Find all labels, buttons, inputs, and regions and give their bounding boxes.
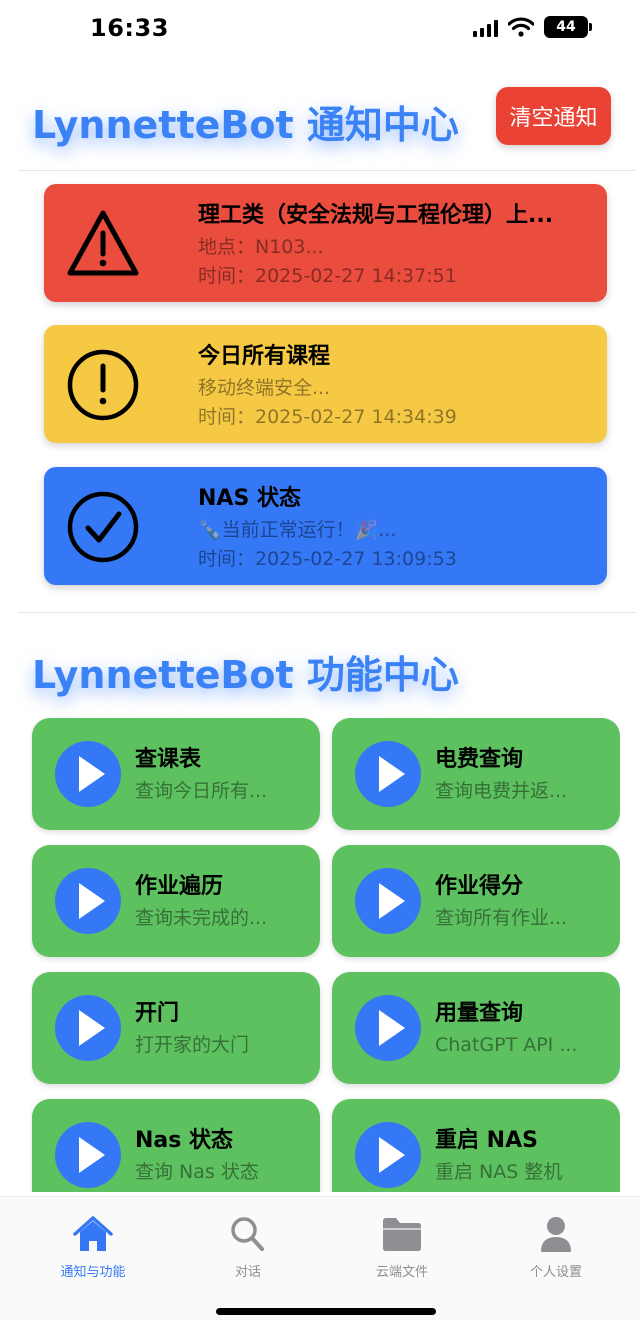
function-card-homework-list[interactable]: 作业遍历 查询未完成的...	[32, 845, 320, 957]
function-description: 打开家的大门	[135, 1034, 250, 1056]
function-name: 电费查询	[435, 747, 524, 772]
function-description: 重启 NAS 整机	[435, 1161, 563, 1183]
play-icon	[355, 868, 421, 934]
notification-time: 时间：2025-02-27 13:09:53	[198, 548, 457, 570]
tab-label: 通知与功能	[60, 1265, 126, 1280]
function-grid[interactable]: 查课表 查询今日所有... 电费查询 查询电费并返... 作业遍历 查询未完成的…	[30, 714, 620, 1192]
function-card-schedule[interactable]: 查课表 查询今日所有...	[32, 718, 320, 830]
play-icon	[355, 741, 421, 807]
play-icon	[55, 1122, 121, 1188]
function-name: 开门	[135, 1001, 180, 1026]
house-icon	[73, 1216, 113, 1251]
tab-label: 个人设置	[529, 1265, 582, 1280]
notification-title: NAS 状态	[198, 486, 301, 511]
function-name: 用量查询	[435, 1001, 524, 1026]
play-icon	[55, 868, 121, 934]
tab-label: 对话	[234, 1265, 261, 1280]
status-bar: 16:33 44	[0, 0, 640, 60]
notification-center-title: LynnetteBot 通知中心	[32, 103, 459, 147]
tab-label: 云端文件	[375, 1265, 428, 1280]
function-description: 查询 Nas 状态	[135, 1161, 259, 1183]
notification-time: 时间：2025-02-27 14:37:51	[198, 265, 457, 287]
function-name: 查课表	[135, 747, 202, 772]
function-description: ChatGPT API ...	[435, 1034, 578, 1056]
notification-title: 理工类（安全法规与工程伦理）上...	[198, 203, 554, 228]
warning-icon	[67, 210, 139, 276]
function-description: 查询所有作业...	[435, 907, 568, 929]
cellular-signal-icon	[473, 17, 498, 37]
function-description: 查询未完成的...	[135, 907, 268, 929]
notification-card[interactable]: 理工类（安全法规与工程伦理）上... 地点：N103... 时间：2025-02…	[44, 184, 607, 302]
play-icon	[55, 741, 121, 807]
function-description: 查询电费并返...	[435, 780, 568, 802]
battery-icon: 44	[544, 16, 592, 38]
function-center-title: LynnetteBot 功能中心	[32, 653, 459, 697]
tab-chat[interactable]: 对话	[188, 1215, 308, 1280]
tab-notifications-functions[interactable]: 通知与功能	[33, 1215, 153, 1280]
notification-subtitle: 🍾当前正常运行！🎉...	[198, 519, 397, 541]
divider	[18, 612, 636, 613]
function-card-homework-score[interactable]: 作业得分 查询所有作业...	[332, 845, 620, 957]
folder-icon	[383, 1218, 421, 1251]
play-icon	[55, 995, 121, 1061]
status-time: 16:33	[90, 14, 169, 42]
function-card-open-door[interactable]: 开门 打开家的大门	[32, 972, 320, 1084]
status-icons: 44	[473, 16, 592, 38]
function-description: 查询今日所有...	[135, 780, 268, 802]
function-card-usage[interactable]: 用量查询 ChatGPT API ...	[332, 972, 620, 1084]
wifi-icon	[508, 17, 534, 37]
home-indicator[interactable]	[216, 1308, 436, 1315]
exclamation-circle-icon	[67, 349, 139, 421]
function-card-nas-status[interactable]: Nas 状态 查询 Nas 状态	[32, 1099, 320, 1192]
notification-subtitle: 地点：N103...	[198, 236, 324, 258]
notification-card[interactable]: 今日所有课程 移动终端安全... 时间：2025-02-27 14:34:39	[44, 325, 607, 443]
function-name: 作业得分	[435, 874, 524, 899]
notification-subtitle: 移动终端安全...	[198, 377, 331, 399]
clear-notifications-button[interactable]: 清空通知	[496, 87, 611, 145]
play-icon	[355, 995, 421, 1061]
play-icon	[355, 1122, 421, 1188]
function-name: 重启 NAS	[435, 1128, 538, 1153]
notification-time: 时间：2025-02-27 14:34:39	[198, 406, 457, 428]
notification-title: 今日所有课程	[198, 344, 331, 369]
tab-bar: 通知与功能 对话 云端文件 个人设置	[0, 1196, 640, 1320]
person-icon	[541, 1217, 571, 1252]
function-name: 作业遍历	[135, 874, 224, 899]
divider	[18, 170, 636, 171]
function-card-electricity[interactable]: 电费查询 查询电费并返...	[332, 718, 620, 830]
function-name: Nas 状态	[135, 1128, 234, 1153]
function-card-restart-nas[interactable]: 重启 NAS 重启 NAS 整机	[332, 1099, 620, 1192]
check-circle-icon	[67, 491, 139, 563]
magnifying-glass-icon	[231, 1217, 264, 1251]
tab-cloud-files[interactable]: 云端文件	[342, 1215, 462, 1280]
notification-card[interactable]: NAS 状态 🍾当前正常运行！🎉... 时间：2025-02-27 13:09:…	[44, 467, 607, 585]
tab-personal-settings[interactable]: 个人设置	[496, 1215, 616, 1280]
